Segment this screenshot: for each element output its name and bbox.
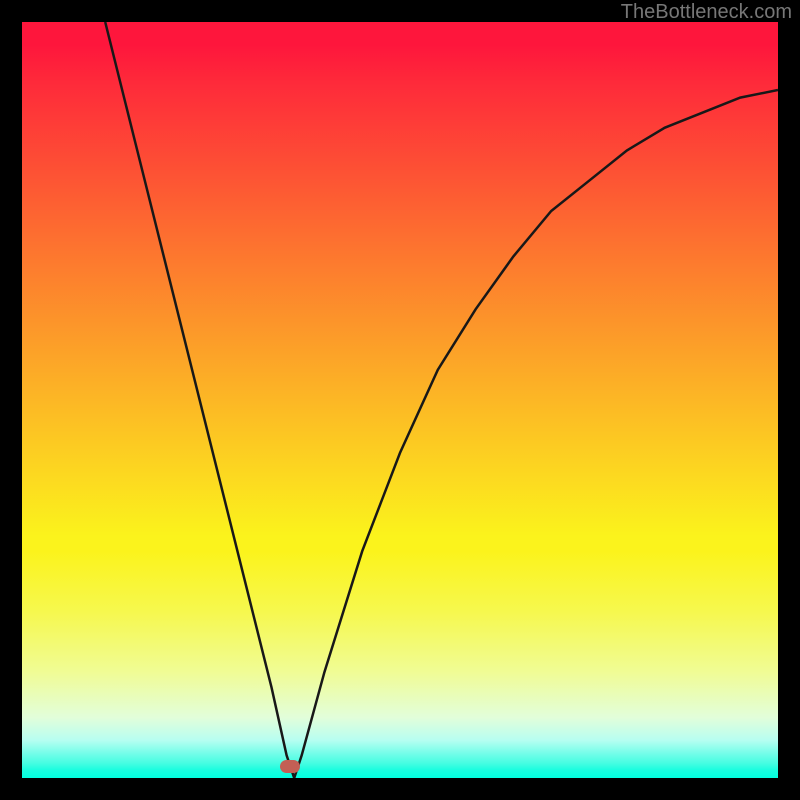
attribution-text: TheBottleneck.com	[621, 1, 792, 24]
chart-frame	[0, 0, 800, 800]
